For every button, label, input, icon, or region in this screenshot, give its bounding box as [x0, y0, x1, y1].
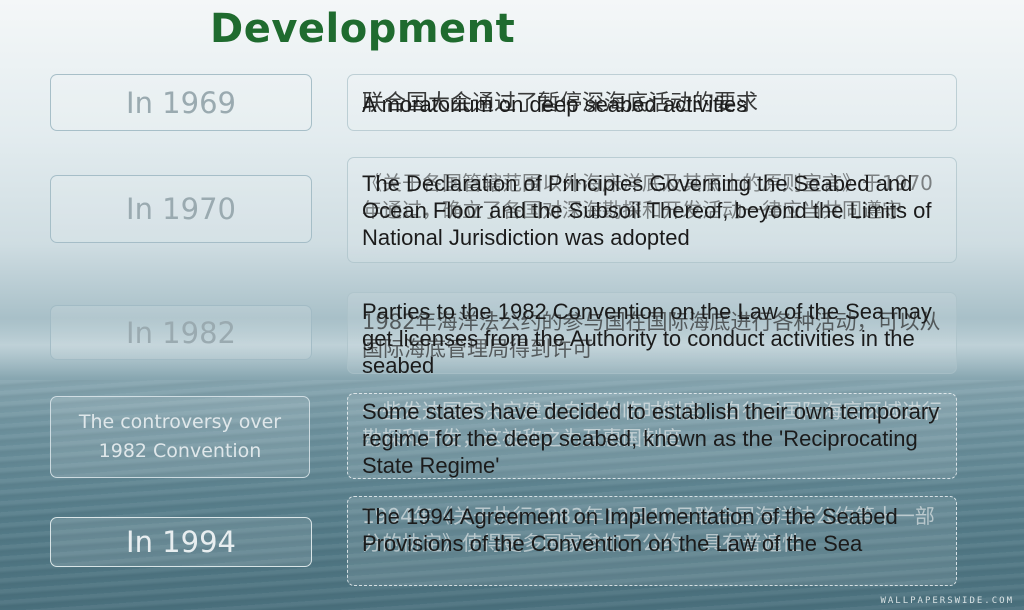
- year-label: In 1982: [126, 315, 236, 350]
- year-label: The controversy over 1982 Convention: [78, 411, 282, 462]
- desc-en-controversy: Some states have decided to establish th…: [362, 399, 940, 478]
- watermark-text: WALLPAPERSWIDE.COM: [880, 596, 1014, 606]
- year-box-1970: In 1970: [50, 175, 312, 243]
- year-box-1994: In 1994: [50, 517, 312, 567]
- desc-en-1982: Parties to the 1982 Convention on the La…: [362, 299, 932, 378]
- desc-en-1994: The 1994 Agreement on Implementation of …: [362, 504, 898, 556]
- year-label: In 1970: [126, 192, 236, 226]
- year-box-1982: In 1982: [50, 305, 312, 360]
- year-box-1969: In 1969: [50, 74, 312, 131]
- page-title: Development: [210, 6, 516, 52]
- desc-en-1970: The Declaration of Principles Governing …: [362, 171, 932, 250]
- desc-en-1969: A moratorium on deep seabed activities: [362, 92, 748, 117]
- year-label: In 1994: [126, 525, 236, 559]
- year-box-controversy: The controversy over 1982 Convention: [50, 396, 310, 478]
- year-label: In 1969: [126, 85, 236, 120]
